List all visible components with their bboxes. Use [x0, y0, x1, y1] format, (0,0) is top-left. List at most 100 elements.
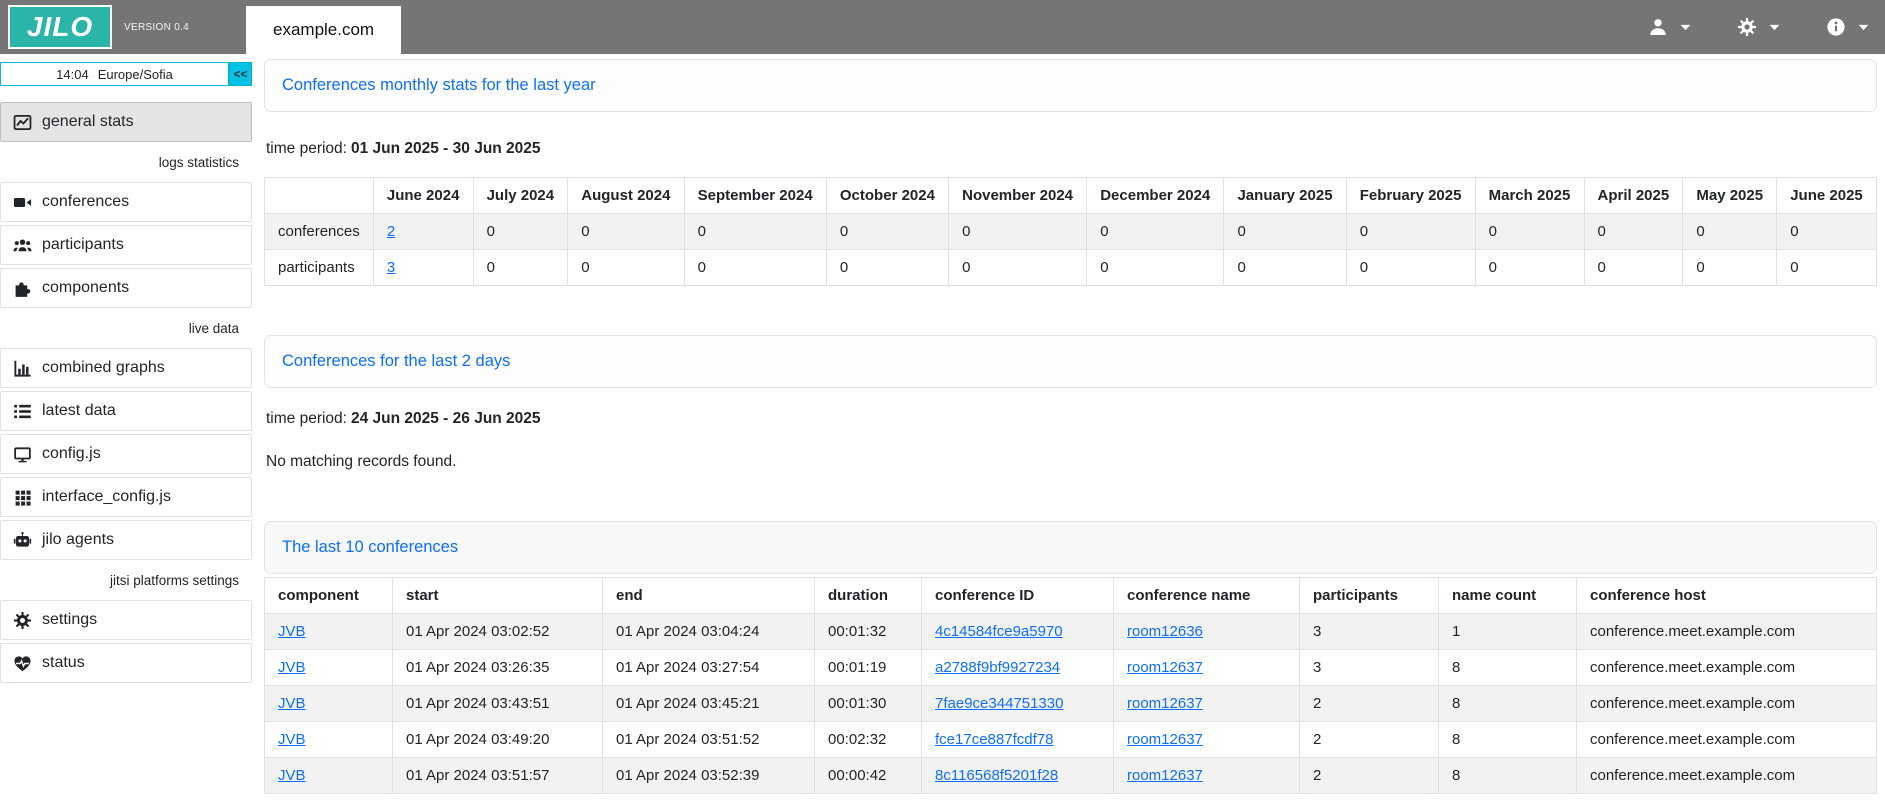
component-link[interactable]: JVB: [278, 623, 306, 640]
conference-name-link[interactable]: room12637: [1127, 767, 1203, 784]
conference-id-link[interactable]: 4c14584fce9a5970: [935, 623, 1063, 640]
settings-menu-button[interactable]: [1737, 17, 1780, 37]
sidebar-item-label: combined graphs: [42, 359, 165, 377]
june-2024-link[interactable]: 2: [387, 223, 395, 240]
cell-duration: 00:01:19: [815, 650, 922, 686]
cell-conference-id: 7fae9ce344751330: [922, 686, 1114, 722]
column-header-start: start: [393, 578, 603, 614]
column-header-november-2024: November 2024: [949, 178, 1087, 214]
sidebar-item-config-js[interactable]: config.js: [0, 434, 252, 474]
cell-name-count: 8: [1439, 758, 1577, 794]
cell-july-2024: 0: [473, 250, 568, 286]
cell-conference-name: room12637: [1114, 686, 1300, 722]
sidebar-item-participants[interactable]: participants: [0, 225, 252, 265]
column-header-february-2025: February 2025: [1346, 178, 1475, 214]
component-link[interactable]: JVB: [278, 659, 306, 676]
cell-name-count: 1: [1439, 614, 1577, 650]
cell-name-count: 8: [1439, 722, 1577, 758]
cell-april-2025: 0: [1584, 214, 1683, 250]
june-2024-link[interactable]: 3: [387, 259, 395, 276]
cell-february-2025: 0: [1346, 214, 1475, 250]
sidebar-item-status[interactable]: status: [0, 643, 252, 683]
cell-march-2025: 0: [1475, 214, 1584, 250]
cell-october-2024: 0: [826, 250, 948, 286]
info-menu-button[interactable]: [1826, 17, 1869, 37]
time-period-label: time period:: [266, 140, 347, 157]
sidebar-item-combined-graphs[interactable]: combined graphs: [0, 348, 252, 388]
cell-january-2025: 0: [1224, 214, 1346, 250]
table-row: JVB01 Apr 2024 03:26:3501 Apr 2024 03:27…: [265, 650, 1877, 686]
chevron-down-icon: [1858, 24, 1869, 31]
column-header-september-2024: September 2024: [684, 178, 826, 214]
component-link[interactable]: JVB: [278, 767, 306, 784]
sidebar: 14:04 Europe/Sofia << general statslogs …: [0, 54, 252, 809]
cell-september-2024: 0: [684, 214, 826, 250]
last-10-conferences-table: componentstartenddurationconference IDco…: [264, 577, 1877, 794]
sidebar-item-label: general stats: [42, 113, 134, 131]
cell-start: 01 Apr 2024 03:51:57: [393, 758, 603, 794]
time-period-value: 01 Jun 2025 - 30 Jun 2025: [351, 140, 541, 157]
clock-timezone: Europe/Sofia: [98, 67, 173, 82]
sidebar-item-general-stats[interactable]: general stats: [0, 102, 252, 142]
app-logo[interactable]: JILO: [8, 5, 112, 49]
column-header-conference-id: conference ID: [922, 578, 1114, 614]
sidebar-item-latest-data[interactable]: latest data: [0, 391, 252, 431]
puzzle-icon: [12, 279, 33, 298]
cell-start: 01 Apr 2024 03:02:52: [393, 614, 603, 650]
sidebar-item-label: interface_config.js: [42, 488, 171, 506]
conference-name-link[interactable]: room12636: [1127, 623, 1203, 640]
cell-start: 01 Apr 2024 03:49:20: [393, 722, 603, 758]
sidebar-item-label: config.js: [42, 445, 101, 463]
cell-august-2024: 0: [568, 214, 684, 250]
column-header-may-2025: May 2025: [1683, 178, 1777, 214]
user-menu-button[interactable]: [1648, 17, 1691, 37]
cell-june-2025: 0: [1777, 214, 1877, 250]
conference-id-link[interactable]: 8c116568f5201f28: [935, 767, 1058, 784]
column-header-empty: [265, 178, 374, 214]
table-row: JVB 01 Apr 2024 03:02:5201 Apr 2024 03:04…: [265, 614, 1877, 650]
cell-end: 01 Apr 2024 03:04:24: [603, 614, 815, 650]
column-header-end: end: [603, 578, 815, 614]
conference-name-link[interactable]: room12637: [1127, 731, 1203, 748]
cell-component: JVB: [265, 614, 393, 650]
column-header-july-2024: July 2024: [473, 178, 568, 214]
sidebar-item-label: components: [42, 279, 129, 297]
cell-june-2024: 2: [373, 214, 473, 250]
tab-platform[interactable]: example.com: [246, 6, 401, 54]
time-period-value: 24 Jun 2025 - 26 Jun 2025: [351, 410, 541, 427]
cell-october-2024: 0: [826, 214, 948, 250]
cell-participants: 2: [1300, 722, 1439, 758]
cell-row-label: conferences: [265, 214, 374, 250]
cell-component: JVB: [265, 722, 393, 758]
conference-id-link[interactable]: 7fae9ce344751330: [935, 695, 1063, 712]
conference-id-link[interactable]: a2788f9bf9927234: [935, 659, 1060, 676]
sidebar-item-label: conferences: [42, 193, 129, 211]
sidebar-item-interface-config-js[interactable]: interface_config.js: [0, 477, 252, 517]
sidebar-item-conferences[interactable]: conferences: [0, 182, 252, 222]
component-link[interactable]: JVB: [278, 695, 306, 712]
conference-name-link[interactable]: room12637: [1127, 695, 1203, 712]
section-monthly-stats: Conferences monthly stats for the last y…: [264, 59, 1877, 286]
sidebar-menu: general statslogs statisticsconferencesp…: [0, 102, 252, 683]
cell-duration: 00:00:42: [815, 758, 922, 794]
sidebar-item-jilo-agents[interactable]: jilo agents: [0, 520, 252, 560]
column-header-august-2024: August 2024: [568, 178, 684, 214]
video-camera-icon: [12, 193, 33, 212]
sidebar-item-label: settings: [42, 611, 97, 629]
column-header-component: component: [265, 578, 393, 614]
component-link[interactable]: JVB: [278, 731, 306, 748]
sidebar-item-settings[interactable]: settings: [0, 600, 252, 640]
conference-name-link[interactable]: room12637: [1127, 659, 1203, 676]
cell-component: JVB: [265, 686, 393, 722]
cell-december-2024: 0: [1087, 214, 1224, 250]
cell-december-2024: 0: [1087, 250, 1224, 286]
cell-duration: 00:01:30: [815, 686, 922, 722]
conference-id-link[interactable]: fce17ce887fcdf78: [935, 731, 1053, 748]
section-last-10-conferences: The last 10 conferences componentstarten…: [264, 521, 1877, 794]
sidebar-collapse-button[interactable]: <<: [229, 62, 252, 86]
cell-may-2025: 0: [1683, 214, 1777, 250]
sidebar-item-components[interactable]: components: [0, 268, 252, 308]
table-row: JVB01 Apr 2024 03:49:2001 Apr 2024 03:51…: [265, 722, 1877, 758]
sidebar-item-label: participants: [42, 236, 124, 254]
cell-start: 01 Apr 2024 03:43:51: [393, 686, 603, 722]
